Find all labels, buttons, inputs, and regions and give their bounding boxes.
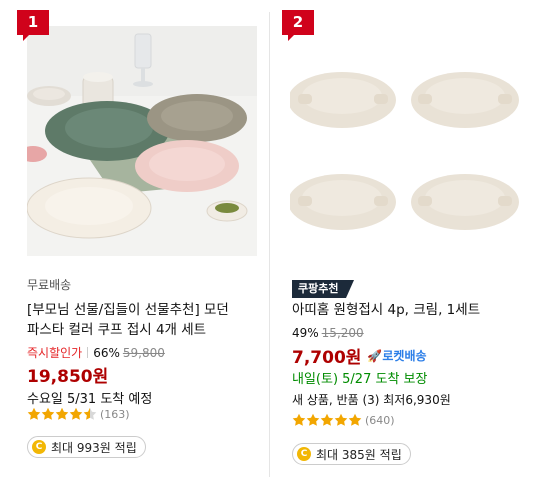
sale-price: 19,850원	[27, 367, 109, 387]
round-plates-photo-icon	[290, 26, 524, 256]
review-count: (640)	[365, 413, 395, 427]
badge-tail-icon	[346, 280, 355, 298]
delivery-estimate: 수요일 5/31 도착 예정	[27, 392, 153, 407]
discount-row: 49% 15,200	[292, 326, 528, 340]
new-used-info[interactable]: 새 상품, 반품 (3) 최저6,930원	[292, 391, 528, 408]
star-rating	[292, 413, 362, 427]
discount-percent: 66%	[93, 346, 120, 360]
rank-badge: 2	[282, 10, 314, 42]
rating-row: (640)	[292, 413, 528, 427]
reward-text: 최대 385원 적립	[316, 447, 402, 462]
reward-row: C 최대 993원 적립	[27, 434, 263, 458]
star-icon	[320, 413, 334, 426]
instant-discount-label: 즉시할인가	[27, 346, 83, 360]
rank-number: 1	[27, 13, 39, 31]
reward-text: 최대 993원 적립	[51, 440, 137, 455]
rocket-delivery: 🚀로켓배송	[367, 347, 426, 364]
reward-row: C 최대 385원 적립	[292, 441, 528, 465]
free-shipping-label: 무료배송	[27, 278, 72, 292]
review-count: (163)	[100, 407, 130, 421]
rocket-label: 로켓배송	[382, 349, 427, 363]
star-half-icon	[83, 407, 97, 420]
coin-icon: C	[32, 440, 46, 454]
star-icon	[27, 407, 41, 420]
rating-row: (163)	[27, 407, 263, 421]
star-icon	[41, 407, 55, 420]
recommend-badge-label: 쿠팡추천	[292, 280, 347, 298]
coin-icon: C	[297, 447, 311, 461]
product-title-line-1: 아띠홈 원형접시 4p, 크림, 1세트	[292, 302, 481, 318]
reward-badge: C 최대 385원 적립	[292, 443, 411, 465]
star-icon	[306, 413, 320, 426]
original-price: 15,200	[321, 326, 364, 340]
star-icon	[55, 407, 69, 420]
product-card-2[interactable]: 2 쿠팡추천 아띠홈 원형접시 4p, 크림, 1세트 49% 15,200 7…	[282, 10, 534, 481]
product-card-1[interactable]: 1 무료배송 [부모님 선물/집들이 선물추천] 모던 파스타 컬러 쿠프 접시…	[17, 10, 269, 481]
star-rating	[27, 407, 97, 421]
product-title[interactable]: [부모님 선물/집들이 선물추천] 모던 파스타 컬러 쿠프 접시 4개 세트	[27, 300, 263, 340]
original-price: 59,800	[122, 346, 165, 360]
price-row: 7,700원 🚀로켓배송	[292, 343, 528, 368]
star-icon	[292, 413, 306, 426]
star-icon	[69, 407, 83, 420]
discount-percent: 49%	[292, 326, 319, 340]
sale-price: 7,700원	[292, 348, 362, 368]
recommend-badge: 쿠팡추천	[292, 280, 355, 298]
product-title-line-1: [부모님 선물/집들이 선물추천] 모던	[27, 302, 229, 318]
rocket-icon: 🚀	[367, 349, 383, 363]
product-title[interactable]: 아띠홈 원형접시 4p, 크림, 1세트	[292, 300, 528, 320]
delivery-guarantee: 내일(토) 5/27 도착 보장	[292, 372, 428, 387]
separator	[87, 347, 89, 358]
star-icon	[348, 413, 362, 426]
price-row: 19,850원	[27, 362, 263, 387]
card-divider	[269, 12, 270, 477]
plate-set-photo-icon	[27, 26, 257, 256]
reward-badge: C 최대 993원 적립	[27, 436, 146, 458]
rank-number: 2	[292, 13, 304, 31]
discount-row: 즉시할인가 66% 59,800	[27, 344, 263, 361]
star-icon	[334, 413, 348, 426]
product-title-line-2: 파스타 컬러 쿠프 접시 4개 세트	[27, 322, 207, 338]
rank-badge: 1	[17, 10, 49, 42]
product-image[interactable]	[27, 26, 257, 256]
product-image[interactable]	[290, 26, 524, 256]
